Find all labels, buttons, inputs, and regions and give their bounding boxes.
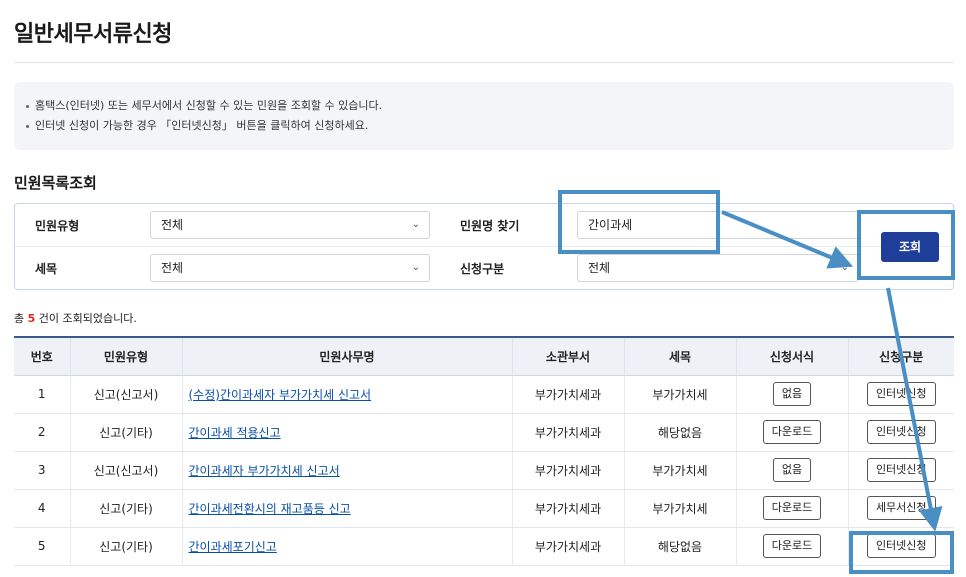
col-header-type: 민원유형 [69, 336, 182, 376]
civil-service-link[interactable]: 간이과세자 부가가치세 신고서 [189, 464, 340, 478]
cell-no: 1 [14, 375, 70, 414]
results-table: 번호 민원유형 민원사무명 소관부서 세목 신청서식 신청구분 1 신고(신고서… [14, 336, 954, 566]
civil-service-link[interactable]: 간이과세 적용신고 [189, 426, 281, 440]
download-button[interactable]: 다운로드 [762, 420, 822, 444]
cell-form: 다운로드 [735, 489, 848, 528]
cell-type: 신고(기타) [69, 527, 182, 566]
cell-type: 신고(신고서) [69, 451, 182, 490]
cell-tax: 부가가치세 [623, 375, 736, 414]
cell-name: 간이과세포기신고 [181, 527, 512, 566]
cell-tax: 부가가치세 [623, 451, 736, 490]
chevron-down-icon: ⌄ [411, 262, 420, 273]
notice-text: 인터넷 신청이 가능한 경우 「인터넷신청」 버튼을 클릭하여 신청하세요. [35, 119, 369, 132]
cell-apply: 인터넷신청 [847, 413, 954, 452]
apply-select[interactable]: 전체 ⌄ [577, 254, 859, 282]
apply-button[interactable]: 인터넷신청 [866, 534, 936, 558]
notice-text: 홈택스(인터넷) 또는 세무서에서 신청할 수 있는 민원을 조회할 수 있습니… [35, 99, 383, 112]
result-prefix: 총 [14, 312, 25, 325]
col-header-dept: 소관부서 [511, 336, 624, 376]
name-label: 민원명 찾기 [460, 219, 520, 233]
civil-service-link[interactable]: 간이과세포기신고 [189, 540, 277, 554]
cell-apply: 인터넷신청 [847, 375, 954, 414]
col-header-no: 번호 [14, 336, 70, 376]
cell-name: (수정)간이과세자 부가가치세 신고서 [181, 375, 512, 414]
bullet-icon [26, 104, 29, 108]
cell-type: 신고(기타) [69, 413, 182, 452]
table-row: 3 신고(신고서) 간이과세자 부가가치세 신고서 부가가치세과 부가가치세 없… [14, 451, 954, 490]
cell-dept: 부가가치세과 [511, 489, 624, 528]
page-title: 일반세무서류신청 [14, 22, 172, 47]
col-header-name: 민원사무명 [181, 336, 512, 376]
name-search-input[interactable]: 간이과세 [577, 211, 859, 239]
notice-box: 홈택스(인터넷) 또는 세무서에서 신청할 수 있는 민원을 조회할 수 있습니… [14, 82, 954, 150]
apply-label: 신청구분 [460, 262, 505, 276]
civil-service-link[interactable]: (수정)간이과세자 부가가치세 신고서 [189, 388, 372, 402]
search-row: 세목 전체 ⌄ 신청구분 전체 ⌄ [15, 247, 953, 290]
cell-type: 신고(신고서) [69, 375, 182, 414]
table-row: 4 신고(기타) 간이과세전환시의 재고품등 신고 부가가치세과 부가가치세 다… [14, 489, 954, 528]
type-label: 민원유형 [35, 219, 80, 233]
apply-button[interactable]: 세무서신청 [866, 496, 936, 520]
cell-dept: 부가가치세과 [511, 375, 624, 414]
search-panel: 민원유형 전체 ⌄ 민원명 찾기 간이과세 세목 전체 ⌄ 신청구분 전체 ⌄ … [14, 203, 954, 290]
cell-name: 간이과세 적용신고 [181, 413, 512, 452]
download-button[interactable]: 다운로드 [762, 534, 822, 558]
table-row: 1 신고(신고서) (수정)간이과세자 부가가치세 신고서 부가가치세과 부가가… [14, 375, 954, 414]
form-button[interactable]: 없음 [772, 382, 812, 406]
cell-no: 3 [14, 451, 70, 490]
bullet-icon [26, 124, 29, 128]
cell-dept: 부가가치세과 [511, 413, 624, 452]
apply-button[interactable]: 인터넷신청 [866, 458, 936, 482]
name-search-value: 간이과세 [588, 218, 633, 232]
col-header-form: 신청서식 [735, 336, 848, 376]
cell-no: 4 [14, 489, 70, 528]
col-header-tax: 세목 [623, 336, 736, 376]
cell-apply: 인터넷신청 [847, 451, 954, 490]
table-header-row: 번호 민원유형 민원사무명 소관부서 세목 신청서식 신청구분 [14, 336, 954, 376]
notice-line: 인터넷 신청이 가능한 경우 「인터넷신청」 버튼을 클릭하여 신청하세요. [26, 116, 942, 136]
apply-button[interactable]: 인터넷신청 [866, 382, 936, 406]
tax-select-value: 전체 [161, 261, 184, 275]
apply-button[interactable]: 인터넷신청 [866, 420, 936, 444]
cell-name: 간이과세전환시의 재고품등 신고 [181, 489, 512, 528]
type-select-value: 전체 [161, 218, 184, 232]
apply-select-value: 전체 [588, 261, 611, 275]
result-number: 5 [27, 312, 36, 325]
cell-form: 다운로드 [735, 413, 848, 452]
cell-tax: 해당없음 [623, 413, 736, 452]
chevron-down-icon: ⌄ [840, 262, 849, 273]
cell-dept: 부가가치세과 [511, 527, 624, 566]
chevron-down-icon: ⌄ [411, 219, 420, 230]
result-suffix: 건이 조회되었습니다. [38, 312, 137, 325]
cell-form: 다운로드 [735, 527, 848, 566]
cell-apply: 세무서신청 [847, 489, 954, 528]
download-button[interactable]: 다운로드 [762, 496, 822, 520]
civil-service-link[interactable]: 간이과세전환시의 재고품등 신고 [189, 502, 351, 516]
cell-dept: 부가가치세과 [511, 451, 624, 490]
tax-select[interactable]: 전체 ⌄ [150, 254, 430, 282]
notice-line: 홈택스(인터넷) 또는 세무서에서 신청할 수 있는 민원을 조회할 수 있습니… [26, 96, 942, 116]
tax-label: 세목 [35, 262, 58, 276]
cell-form: 없음 [735, 375, 848, 414]
cell-tax: 부가가치세 [623, 489, 736, 528]
cell-name: 간이과세자 부가가치세 신고서 [181, 451, 512, 490]
cell-tax: 해당없음 [623, 527, 736, 566]
type-select[interactable]: 전체 ⌄ [150, 211, 430, 239]
table-row: 5 신고(기타) 간이과세포기신고 부가가치세과 해당없음 다운로드 인터넷신청 [14, 527, 954, 566]
cell-form: 없음 [735, 451, 848, 490]
search-row: 민원유형 전체 ⌄ 민원명 찾기 간이과세 [15, 204, 953, 247]
section-title: 민원목록조회 [14, 174, 97, 192]
cell-apply: 인터넷신청 [847, 527, 954, 566]
cell-type: 신고(기타) [69, 489, 182, 528]
table-row: 2 신고(기타) 간이과세 적용신고 부가가치세과 해당없음 다운로드 인터넷신… [14, 413, 954, 452]
search-button[interactable]: 조회 [881, 232, 939, 262]
cell-no: 2 [14, 413, 70, 452]
col-header-apply: 신청구분 [847, 336, 954, 376]
form-button[interactable]: 없음 [772, 458, 812, 482]
cell-no: 5 [14, 527, 70, 566]
title-divider [14, 62, 954, 63]
result-count: 총 5 건이 조회되었습니다. [14, 310, 137, 326]
